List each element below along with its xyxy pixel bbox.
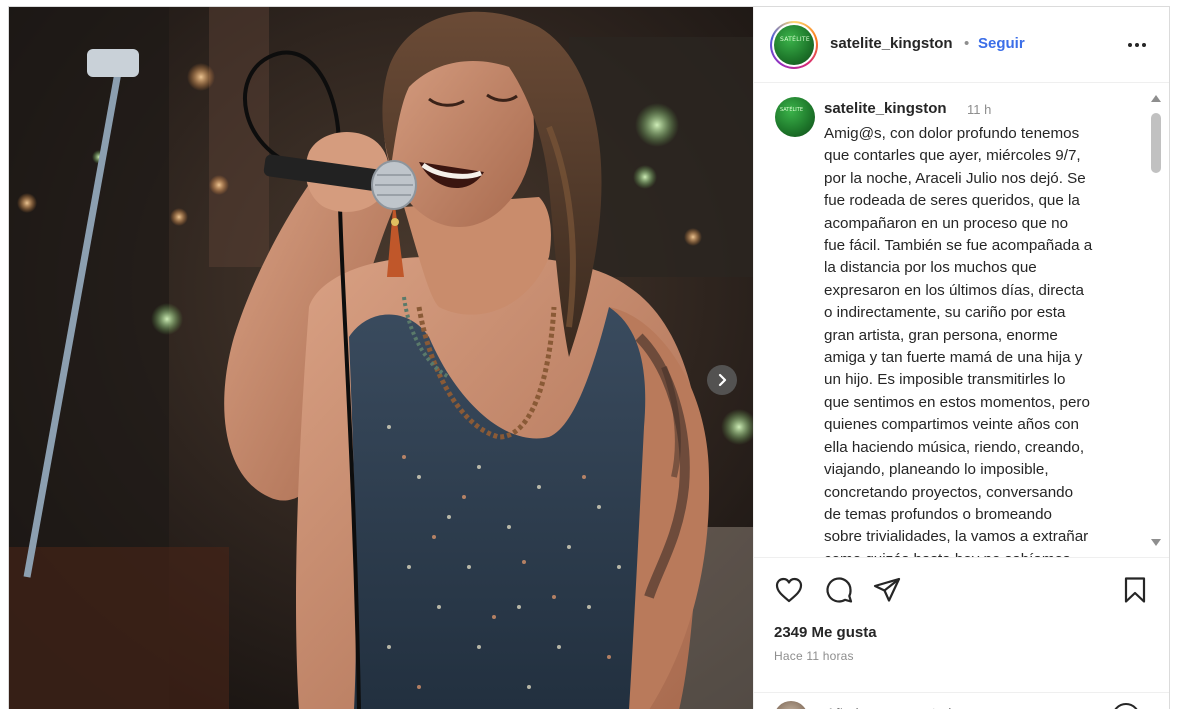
caption-line: fue fácil. También se fue acompañada a — [824, 237, 1093, 255]
more-dot — [1142, 43, 1146, 47]
caption-line: ella haciendo música, riendo, creando, — [824, 438, 1085, 456]
next-photo-button[interactable] — [707, 365, 737, 395]
avatar-logo-text: SATÉLITE — [780, 36, 810, 43]
scroll-down-arrow-icon[interactable] — [1151, 539, 1161, 546]
post-side-panel: SATÉLITE satelite_kingston • Seguir SATÉ… — [753, 7, 1169, 709]
caption-line: de temas profundos o bromeando — [824, 505, 1052, 523]
caption-line: por la noche, Araceli Julio nos dejó. Se — [824, 169, 1086, 187]
follow-button[interactable]: Seguir — [978, 35, 1025, 52]
share-icon — [873, 577, 901, 602]
comment-input[interactable] — [826, 705, 1086, 709]
comment-row — [754, 692, 1169, 709]
header-username[interactable]: satelite_kingston — [830, 35, 953, 52]
separator-dot: • — [964, 35, 970, 52]
post-header: SATÉLITE satelite_kingston • Seguir — [754, 7, 1169, 83]
share-button[interactable] — [872, 575, 902, 605]
caption-line: un hijo. Es imposible transmitirles lo — [824, 371, 1066, 389]
post-photo[interactable] — [9, 7, 753, 709]
story-ring[interactable]: SATÉLITE — [770, 21, 818, 69]
comment-button[interactable] — [824, 575, 854, 605]
chevron-right-icon — [718, 373, 727, 387]
scroll-up-arrow-icon[interactable] — [1151, 95, 1161, 102]
caption-line: fue rodeada de seres queridos, que la — [824, 192, 1080, 210]
caption-line: amiga y tan fuerte mamá de una hija y — [824, 349, 1083, 367]
caption-username[interactable]: satelite_kingston — [824, 100, 947, 117]
like-button[interactable] — [774, 575, 804, 605]
likes-count[interactable]: 2349 Me gusta — [774, 624, 877, 641]
caption-avatar[interactable]: SATÉLITE — [775, 97, 815, 137]
caption-area[interactable]: SATÉLITE satelite_kingston 11 h Amig@s, … — [754, 84, 1169, 557]
caption-text: Amig@s, con dolor profundo tenemos que c… — [824, 123, 1134, 557]
caption-line: acompañaron en un proceso que no — [824, 214, 1069, 232]
caption-line: gran artista, gran persona, enorme — [824, 326, 1058, 344]
avatar-frame: SATÉLITE — [772, 23, 816, 67]
save-button[interactable] — [1120, 575, 1150, 605]
more-icon[interactable] — [1124, 37, 1150, 53]
caption-line: Amig@s, con dolor profundo tenemos — [824, 125, 1080, 142]
caption-scrollbar[interactable] — [1148, 91, 1164, 547]
singer-photo — [9, 7, 753, 709]
current-user-avatar — [774, 701, 808, 709]
caption-line: sobre trivialidades, la vamos a extrañar — [824, 528, 1089, 546]
caption-line: que contarles que ayer, miércoles 9/7, — [824, 147, 1081, 165]
heart-icon — [775, 577, 803, 603]
instagram-post: SATÉLITE satelite_kingston • Seguir SATÉ… — [8, 6, 1170, 709]
caption-line: quienes compartimos veinte años con — [824, 416, 1079, 434]
comment-icon — [826, 577, 853, 603]
post-actions: 2349 Me gusta Hace 11 horas — [754, 557, 1169, 709]
caption-line: o indirectamente, su cariño por esta — [824, 304, 1066, 322]
more-dot — [1128, 43, 1132, 47]
caption-timestamp[interactable]: 11 h — [967, 102, 991, 117]
caption-line: expresaron en los últimos días, directa — [824, 281, 1085, 299]
more-dot — [1135, 43, 1139, 47]
caption-line: como quizás hasta hoy no sabíamos — [824, 549, 1134, 557]
avatar: SATÉLITE — [774, 25, 814, 65]
caption-line: concretando proyectos, conversando — [824, 483, 1074, 501]
bookmark-icon — [1124, 577, 1146, 603]
emoji-icon[interactable] — [1112, 703, 1140, 709]
caption-line: viajando, planeando lo imposible, — [824, 461, 1049, 479]
avatar-logo-text: SATÉLITE — [780, 107, 803, 113]
scroll-thumb[interactable] — [1151, 113, 1161, 173]
caption-line: la distancia por los muchos que — [824, 259, 1037, 277]
caption-line: que sentimos en estos momentos, pero — [824, 393, 1090, 411]
posted-time[interactable]: Hace 11 horas — [774, 649, 854, 663]
